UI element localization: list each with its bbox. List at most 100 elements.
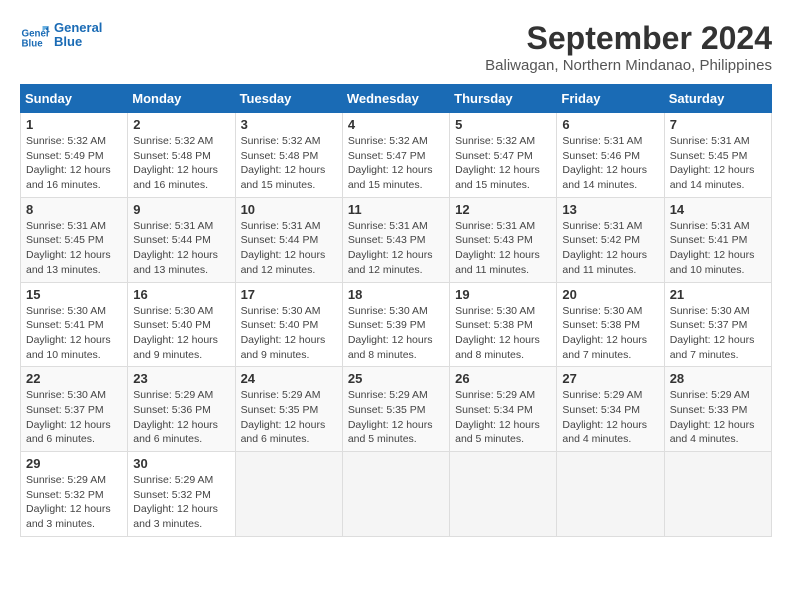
calendar-cell: 29Sunrise: 5:29 AMSunset: 5:32 PMDayligh… — [21, 452, 128, 537]
day-number: 29 — [26, 456, 122, 471]
col-monday: Monday — [128, 85, 235, 113]
calendar-cell: 13Sunrise: 5:31 AMSunset: 5:42 PMDayligh… — [557, 197, 664, 282]
day-number: 30 — [133, 456, 229, 471]
day-number: 9 — [133, 202, 229, 217]
calendar-cell: 24 Sunrise: 5:29 AMSunset: 5:35 PMDayligh… — [235, 367, 342, 452]
calendar-header-row: Sunday Monday Tuesday Wednesday Thursday… — [21, 85, 772, 113]
calendar-cell: 30 Sunrise: 5:29 AMSunset: 5:32 PMDayligh… — [128, 452, 235, 537]
day-info: Sunrise: 5:31 AMSunset: 5:43 PMDaylight:… — [348, 219, 444, 278]
day-number: 14 — [670, 202, 766, 217]
calendar-cell: 22 Sunrise: 5:30 AMSunset: 5:37 PMDayligh… — [21, 367, 128, 452]
day-info: Sunrise: 5:29 AMSunset: 5:32 PMDaylight:… — [133, 473, 229, 532]
col-saturday: Saturday — [664, 85, 771, 113]
calendar-table: Sunday Monday Tuesday Wednesday Thursday… — [20, 84, 772, 537]
calendar-cell: 7Sunrise: 5:31 AMSunset: 5:45 PMDaylight… — [664, 113, 771, 198]
day-number: 23 — [133, 371, 229, 386]
day-info: Sunrise: 5:29 AMSunset: 5:34 PMDaylight:… — [455, 388, 551, 447]
day-info: Sunrise: 5:29 AMSunset: 5:35 PMDaylight:… — [348, 388, 444, 447]
location-subtitle: Baliwagan, Northern Mindanao, Philippine… — [485, 57, 772, 74]
title-section: September 2024 Baliwagan, Northern Minda… — [485, 20, 772, 74]
calendar-cell: 12Sunrise: 5:31 AMSunset: 5:43 PMDayligh… — [450, 197, 557, 282]
calendar-cell: 28 Sunrise: 5:29 AMSunset: 5:33 PMDayligh… — [664, 367, 771, 452]
day-info: Sunrise: 5:32 AMSunset: 5:49 PMDaylight:… — [26, 134, 122, 193]
day-number: 25 — [348, 371, 444, 386]
day-info: Sunrise: 5:32 AMSunset: 5:47 PMDaylight:… — [348, 134, 444, 193]
calendar-cell: 1 Sunrise: 5:32 AMSunset: 5:49 PMDaylight… — [21, 113, 128, 198]
calendar-week-row: 1 Sunrise: 5:32 AMSunset: 5:49 PMDaylight… — [21, 113, 772, 198]
calendar-cell: 16Sunrise: 5:30 AMSunset: 5:40 PMDayligh… — [128, 282, 235, 367]
calendar-cell: 20Sunrise: 5:30 AMSunset: 5:38 PMDayligh… — [557, 282, 664, 367]
logo: General Blue General Blue — [20, 20, 102, 50]
day-info: Sunrise: 5:30 AMSunset: 5:37 PMDaylight:… — [26, 388, 122, 447]
day-info: Sunrise: 5:30 AMSunset: 5:40 PMDaylight:… — [241, 304, 337, 363]
day-number: 26 — [455, 371, 551, 386]
day-info: Sunrise: 5:30 AMSunset: 5:38 PMDaylight:… — [562, 304, 658, 363]
calendar-week-row: 15 Sunrise: 5:30 AMSunset: 5:41 PMDayligh… — [21, 282, 772, 367]
calendar-cell: 25 Sunrise: 5:29 AMSunset: 5:35 PMDayligh… — [342, 367, 449, 452]
col-thursday: Thursday — [450, 85, 557, 113]
calendar-cell: 21 Sunrise: 5:30 AMSunset: 5:37 PMDayligh… — [664, 282, 771, 367]
day-info: Sunrise: 5:31 AMSunset: 5:44 PMDaylight:… — [133, 219, 229, 278]
day-number: 12 — [455, 202, 551, 217]
calendar-cell: 18Sunrise: 5:30 AMSunset: 5:39 PMDayligh… — [342, 282, 449, 367]
calendar-cell — [450, 452, 557, 537]
month-title: September 2024 — [485, 20, 772, 57]
day-info: Sunrise: 5:31 AMSunset: 5:41 PMDaylight:… — [670, 219, 766, 278]
calendar-cell: 4 Sunrise: 5:32 AMSunset: 5:47 PMDaylight… — [342, 113, 449, 198]
day-number: 10 — [241, 202, 337, 217]
day-info: Sunrise: 5:29 AMSunset: 5:34 PMDaylight:… — [562, 388, 658, 447]
calendar-cell — [664, 452, 771, 537]
day-number: 28 — [670, 371, 766, 386]
col-tuesday: Tuesday — [235, 85, 342, 113]
calendar-cell: 10 Sunrise: 5:31 AMSunset: 5:44 PMDayligh… — [235, 197, 342, 282]
day-info: Sunrise: 5:30 AMSunset: 5:41 PMDaylight:… — [26, 304, 122, 363]
day-info: Sunrise: 5:32 AMSunset: 5:47 PMDaylight:… — [455, 134, 551, 193]
day-number: 27 — [562, 371, 658, 386]
day-number: 3 — [241, 117, 337, 132]
calendar-cell — [235, 452, 342, 537]
day-number: 7 — [670, 117, 766, 132]
calendar-cell — [342, 452, 449, 537]
calendar-cell — [557, 452, 664, 537]
day-number: 2 — [133, 117, 229, 132]
logo-text: General Blue — [54, 21, 102, 50]
calendar-cell: 6 Sunrise: 5:31 AMSunset: 5:46 PMDaylight… — [557, 113, 664, 198]
day-number: 19 — [455, 287, 551, 302]
day-number: 21 — [670, 287, 766, 302]
calendar-cell: 2 Sunrise: 5:32 AMSunset: 5:48 PMDaylight… — [128, 113, 235, 198]
day-info: Sunrise: 5:31 AMSunset: 5:46 PMDaylight:… — [562, 134, 658, 193]
day-info: Sunrise: 5:31 AMSunset: 5:44 PMDaylight:… — [241, 219, 337, 278]
day-info: Sunrise: 5:32 AMSunset: 5:48 PMDaylight:… — [133, 134, 229, 193]
day-info: Sunrise: 5:29 AMSunset: 5:33 PMDaylight:… — [670, 388, 766, 447]
day-number: 8 — [26, 202, 122, 217]
calendar-week-row: 8 Sunrise: 5:31 AMSunset: 5:45 PMDaylight… — [21, 197, 772, 282]
day-number: 17 — [241, 287, 337, 302]
calendar-cell: 15 Sunrise: 5:30 AMSunset: 5:41 PMDayligh… — [21, 282, 128, 367]
day-number: 1 — [26, 117, 122, 132]
calendar-cell: 5 Sunrise: 5:32 AMSunset: 5:47 PMDaylight… — [450, 113, 557, 198]
day-info: Sunrise: 5:31 AMSunset: 5:45 PMDaylight:… — [26, 219, 122, 278]
day-info: Sunrise: 5:29 AMSunset: 5:36 PMDaylight:… — [133, 388, 229, 447]
day-number: 16 — [133, 287, 229, 302]
calendar-cell: 26 Sunrise: 5:29 AMSunset: 5:34 PMDayligh… — [450, 367, 557, 452]
col-wednesday: Wednesday — [342, 85, 449, 113]
day-number: 22 — [26, 371, 122, 386]
col-friday: Friday — [557, 85, 664, 113]
col-sunday: Sunday — [21, 85, 128, 113]
calendar-cell: 9 Sunrise: 5:31 AMSunset: 5:44 PMDaylight… — [128, 197, 235, 282]
day-info: Sunrise: 5:32 AMSunset: 5:48 PMDaylight:… — [241, 134, 337, 193]
day-number: 13 — [562, 202, 658, 217]
calendar-cell: 27 Sunrise: 5:29 AMSunset: 5:34 PMDayligh… — [557, 367, 664, 452]
day-number: 4 — [348, 117, 444, 132]
day-info: Sunrise: 5:29 AMSunset: 5:35 PMDaylight:… — [241, 388, 337, 447]
day-number: 5 — [455, 117, 551, 132]
calendar-cell: 11Sunrise: 5:31 AMSunset: 5:43 PMDayligh… — [342, 197, 449, 282]
day-number: 15 — [26, 287, 122, 302]
day-info: Sunrise: 5:30 AMSunset: 5:37 PMDaylight:… — [670, 304, 766, 363]
calendar-cell: 19Sunrise: 5:30 AMSunset: 5:38 PMDayligh… — [450, 282, 557, 367]
svg-text:Blue: Blue — [22, 38, 44, 49]
day-number: 24 — [241, 371, 337, 386]
calendar-week-row: 22 Sunrise: 5:30 AMSunset: 5:37 PMDayligh… — [21, 367, 772, 452]
calendar-week-row: 29 Sunrise: 5:29 AMSunset: 5:32 PMDayligh… — [21, 452, 772, 537]
day-number: 6 — [562, 117, 658, 132]
